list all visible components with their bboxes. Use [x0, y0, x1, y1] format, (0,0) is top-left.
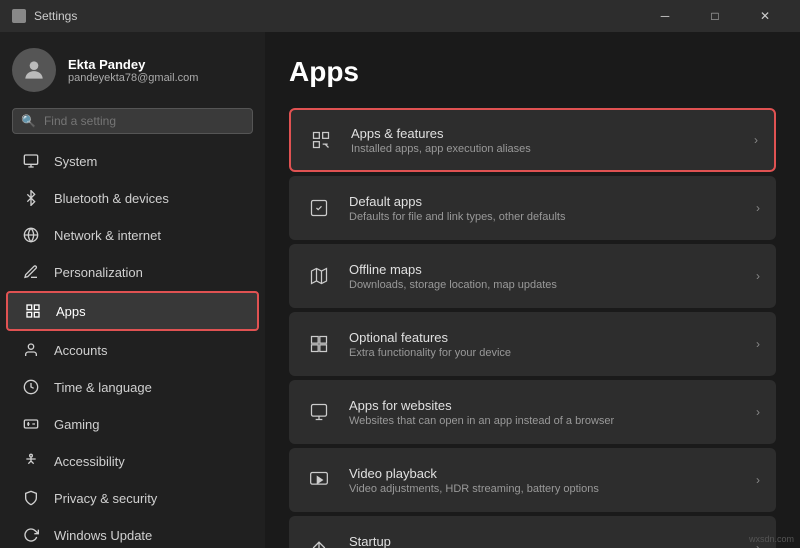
sidebar-item-label: Accounts [54, 343, 107, 358]
setting-description: Installed apps, app execution aliases [351, 143, 738, 155]
setting-title: Optional features [349, 330, 740, 345]
setting-description: Downloads, storage location, map updates [349, 279, 740, 291]
sidebar-item-label: Personalization [54, 265, 143, 280]
user-profile[interactable]: Ekta Pandey pandeyekta78@gmail.com [0, 32, 265, 104]
sidebar-item-system[interactable]: System [6, 143, 259, 179]
sidebar-item-apps[interactable]: Apps [6, 291, 259, 331]
setting-item-video-playback[interactable]: Video playback Video adjustments, HDR st… [289, 448, 776, 512]
setting-title: Offline maps [349, 262, 740, 277]
sidebar-item-label: Bluetooth & devices [54, 191, 169, 206]
network-icon [22, 226, 40, 244]
watermark: wxsdn.com [749, 534, 794, 544]
privacy-icon [22, 489, 40, 507]
user-email: pandeyekta78@gmail.com [68, 72, 198, 84]
user-name: Ekta Pandey [68, 57, 198, 72]
setting-text-optional-features: Optional features Extra functionality fo… [349, 330, 740, 359]
title-bar-left: Settings [12, 9, 77, 23]
setting-item-apps-websites[interactable]: Apps for websites Websites that can open… [289, 380, 776, 444]
apps-icon [24, 302, 42, 320]
sidebar-item-label: Windows Update [54, 528, 152, 543]
search-container: 🔍 [0, 104, 265, 142]
sidebar: Ekta Pandey pandeyekta78@gmail.com 🔍 Sys… [0, 32, 265, 548]
apps-features-icon [307, 126, 335, 154]
bluetooth-icon [22, 189, 40, 207]
setting-text-offline-maps: Offline maps Downloads, storage location… [349, 262, 740, 291]
sidebar-item-gaming[interactable]: Gaming [6, 406, 259, 442]
settings-list: Apps & features Installed apps, app exec… [289, 108, 776, 548]
setting-title: Video playback [349, 466, 740, 481]
setting-title: Apps for websites [349, 398, 740, 413]
sidebar-item-accounts[interactable]: Accounts [6, 332, 259, 368]
setting-description: Websites that can open in an app instead… [349, 415, 740, 427]
user-info: Ekta Pandey pandeyekta78@gmail.com [68, 57, 198, 84]
setting-item-optional-features[interactable]: Optional features Extra functionality fo… [289, 312, 776, 376]
windows-update-icon [22, 526, 40, 544]
content-area: Apps Apps & features Installed apps, app… [265, 32, 800, 548]
sidebar-item-label: Privacy & security [54, 491, 157, 506]
chevron-right-icon: › [756, 405, 760, 419]
setting-text-default-apps: Default apps Defaults for file and link … [349, 194, 740, 223]
video-playback-icon [305, 466, 333, 494]
accessibility-icon [22, 452, 40, 470]
startup-icon [305, 534, 333, 548]
personalization-icon [22, 263, 40, 281]
search-box[interactable]: 🔍 [12, 108, 253, 134]
sidebar-item-privacy[interactable]: Privacy & security [6, 480, 259, 516]
search-input[interactable] [44, 114, 244, 128]
setting-text-startup: Startup Apps that start automatically wh… [349, 534, 740, 548]
default-apps-icon [305, 194, 333, 222]
sidebar-item-label: Gaming [54, 417, 100, 432]
sidebar-item-bluetooth[interactable]: Bluetooth & devices [6, 180, 259, 216]
sidebar-item-windows-update[interactable]: Windows Update [6, 517, 259, 548]
chevron-right-icon: › [756, 473, 760, 487]
avatar [12, 48, 56, 92]
sidebar-item-label: Accessibility [54, 454, 125, 469]
window-controls: ─ □ ✕ [642, 0, 788, 32]
sidebar-item-label: System [54, 154, 97, 169]
system-icon [22, 152, 40, 170]
optional-features-icon [305, 330, 333, 358]
setting-text-video-playback: Video playback Video adjustments, HDR st… [349, 466, 740, 495]
main-container: Ekta Pandey pandeyekta78@gmail.com 🔍 Sys… [0, 32, 800, 548]
search-icon: 🔍 [21, 114, 36, 128]
setting-text-apps-features: Apps & features Installed apps, app exec… [351, 126, 738, 155]
nav-list: System Bluetooth & devices Network & int… [0, 142, 265, 548]
chevron-right-icon: › [756, 337, 760, 351]
setting-item-startup[interactable]: Startup Apps that start automatically wh… [289, 516, 776, 548]
sidebar-item-label: Network & internet [54, 228, 161, 243]
offline-maps-icon [305, 262, 333, 290]
setting-text-apps-websites: Apps for websites Websites that can open… [349, 398, 740, 427]
close-button[interactable]: ✕ [742, 0, 788, 32]
sidebar-item-accessibility[interactable]: Accessibility [6, 443, 259, 479]
chevron-right-icon: › [754, 133, 758, 147]
window-title: Settings [34, 9, 77, 23]
chevron-right-icon: › [756, 269, 760, 283]
apps-websites-icon [305, 398, 333, 426]
sidebar-item-personalization[interactable]: Personalization [6, 254, 259, 290]
gaming-icon [22, 415, 40, 433]
setting-item-apps-features[interactable]: Apps & features Installed apps, app exec… [289, 108, 776, 172]
sidebar-item-label: Time & language [54, 380, 152, 395]
setting-title: Default apps [349, 194, 740, 209]
maximize-button[interactable]: □ [692, 0, 738, 32]
setting-item-default-apps[interactable]: Default apps Defaults for file and link … [289, 176, 776, 240]
time-icon [22, 378, 40, 396]
page-title: Apps [289, 56, 776, 88]
settings-app-icon [12, 9, 26, 23]
setting-title: Apps & features [351, 126, 738, 141]
title-bar: Settings ─ □ ✕ [0, 0, 800, 32]
setting-description: Video adjustments, HDR streaming, batter… [349, 483, 740, 495]
setting-item-offline-maps[interactable]: Offline maps Downloads, storage location… [289, 244, 776, 308]
minimize-button[interactable]: ─ [642, 0, 688, 32]
setting-description: Defaults for file and link types, other … [349, 211, 740, 223]
sidebar-item-time[interactable]: Time & language [6, 369, 259, 405]
setting-title: Startup [349, 534, 740, 548]
setting-description: Extra functionality for your device [349, 347, 740, 359]
chevron-right-icon: › [756, 201, 760, 215]
sidebar-item-label: Apps [56, 304, 86, 319]
accounts-icon [22, 341, 40, 359]
sidebar-item-network[interactable]: Network & internet [6, 217, 259, 253]
